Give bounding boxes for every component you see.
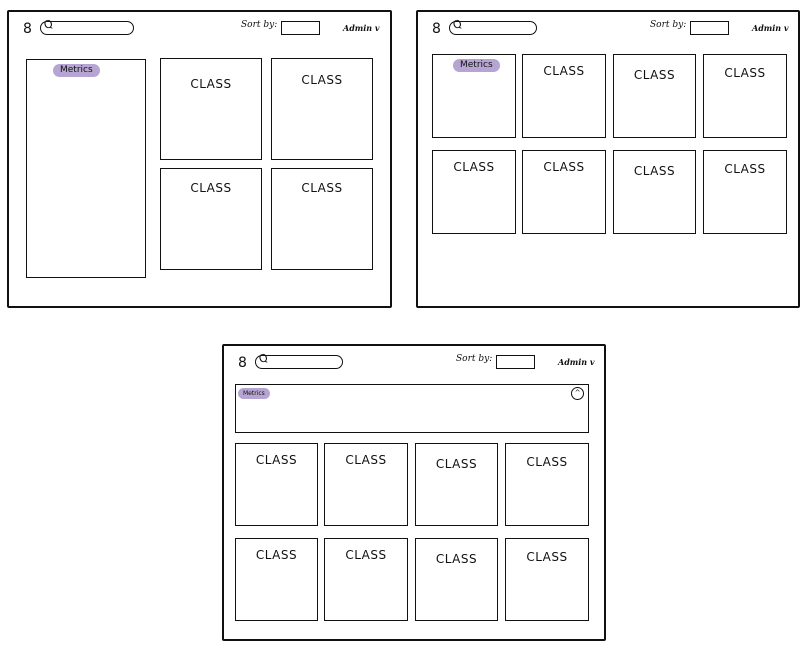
class-card[interactable]: CLASS xyxy=(271,58,373,160)
class-card-label: CLASS xyxy=(345,548,387,562)
class-card[interactable]: CLASS xyxy=(613,54,696,138)
class-card[interactable]: CLASS xyxy=(235,443,318,526)
class-card[interactable]: CLASS xyxy=(324,538,408,621)
admin-menu[interactable]: Admin v xyxy=(752,23,789,33)
class-card-label: CLASS xyxy=(453,160,495,174)
sort-label: Sort by: xyxy=(456,354,493,364)
class-card-label: CLASS xyxy=(543,160,585,174)
wireframe-sidebar-layout: 8 Q Sort by: Admin v Metrics CLASS CLASS… xyxy=(7,10,392,308)
class-card[interactable]: CLASS xyxy=(703,150,787,234)
class-card[interactable]: CLASS xyxy=(505,538,589,621)
class-card-label: CLASS xyxy=(255,453,298,467)
sort-label: Sort by: xyxy=(650,20,687,30)
class-card-label: CLASS xyxy=(435,552,478,566)
admin-menu[interactable]: Admin v xyxy=(558,357,595,367)
search-icon: Q xyxy=(42,16,55,33)
metrics-panel[interactable]: Metrics xyxy=(26,59,146,278)
metrics-label: Metrics xyxy=(453,59,500,72)
class-card-label: CLASS xyxy=(543,64,585,78)
class-card-label: CLASS xyxy=(633,164,676,178)
sort-dropdown[interactable] xyxy=(496,355,535,369)
class-card[interactable]: CLASS xyxy=(160,58,262,160)
search-icon: Q xyxy=(257,350,270,367)
search-input[interactable]: Q xyxy=(255,351,343,369)
class-card[interactable]: CLASS xyxy=(432,150,516,234)
metrics-banner[interactable]: Metrics ^ xyxy=(235,384,589,433)
class-card[interactable]: CLASS xyxy=(522,150,606,234)
search-input[interactable]: Q xyxy=(40,17,134,35)
class-card-label: CLASS xyxy=(190,77,232,91)
class-card[interactable]: CLASS xyxy=(703,54,787,138)
class-card[interactable]: CLASS xyxy=(522,54,606,138)
class-card[interactable]: CLASS xyxy=(415,443,498,526)
sort-dropdown[interactable] xyxy=(690,21,729,35)
class-card-label: CLASS xyxy=(345,453,387,467)
admin-menu[interactable]: Admin v xyxy=(343,23,380,33)
class-card-label: CLASS xyxy=(435,457,478,471)
wireframe-grid-layout: 8 Q Sort by: Admin v Metrics CLASS CLASS… xyxy=(416,10,800,308)
class-card-label: CLASS xyxy=(724,162,766,176)
logo[interactable]: 8 xyxy=(238,355,247,371)
logo[interactable]: 8 xyxy=(432,21,441,37)
wireframe-banner-layout: 8 Q Sort by: Admin v Metrics ^ CLASS CLA… xyxy=(222,344,606,641)
collapse-icon[interactable]: ^ xyxy=(571,387,584,400)
class-card[interactable]: CLASS xyxy=(271,168,373,270)
class-card[interactable]: CLASS xyxy=(235,538,318,621)
logo[interactable]: 8 xyxy=(23,21,32,37)
class-card-label: CLASS xyxy=(255,548,298,562)
class-card-label: CLASS xyxy=(526,455,568,469)
class-card-label: CLASS xyxy=(724,66,766,80)
metrics-panel[interactable]: Metrics xyxy=(432,54,516,138)
sort-label: Sort by: xyxy=(241,20,278,30)
sort-dropdown[interactable] xyxy=(281,21,320,35)
class-card[interactable]: CLASS xyxy=(324,443,408,526)
class-card-label: CLASS xyxy=(301,181,343,195)
metrics-label: Metrics xyxy=(238,388,270,399)
class-card-label: CLASS xyxy=(301,73,343,87)
class-card[interactable]: CLASS xyxy=(613,150,696,234)
class-card-label: CLASS xyxy=(526,550,568,564)
class-card[interactable]: CLASS xyxy=(505,443,589,526)
search-input[interactable]: Q xyxy=(449,17,537,35)
class-card[interactable]: CLASS xyxy=(415,538,498,621)
search-icon: Q xyxy=(451,16,464,33)
class-card[interactable]: CLASS xyxy=(160,168,262,270)
class-card-label: CLASS xyxy=(190,181,232,195)
class-card-label: CLASS xyxy=(633,68,676,82)
metrics-label: Metrics xyxy=(53,64,100,77)
